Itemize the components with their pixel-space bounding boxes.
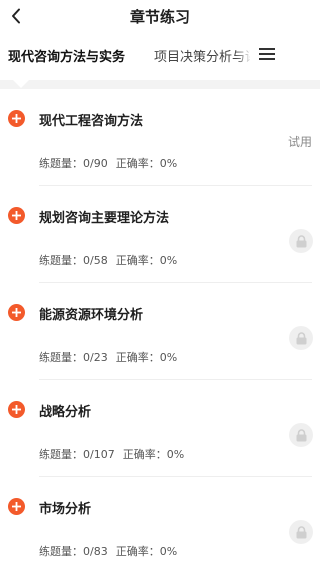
chapter-stats: 练题量：0/83 正确率：0% <box>39 543 177 559</box>
accuracy-label: 正确率： <box>115 351 160 364</box>
chapter-stats: 练题量：0/90 正确率：0% <box>39 155 177 171</box>
tab-fade <box>236 42 252 66</box>
lock-icon <box>289 423 313 447</box>
chapter-stats: 练题量：0/58 正确率：0% <box>39 252 177 268</box>
trial-badge: 试用 <box>287 135 312 149</box>
accuracy-label: 正确率： <box>115 545 160 558</box>
chapter-item[interactable]: 规划咨询主要理论方法 练题量：0/58 正确率：0% <box>0 186 320 283</box>
hamburger-menu-icon <box>259 48 275 60</box>
questions-label: 练题量： <box>39 351 83 364</box>
questions-value: 0/23 <box>83 351 108 364</box>
questions-value: 0/58 <box>83 254 108 267</box>
expand-plus-icon[interactable] <box>8 304 25 321</box>
chapter-title: 现代工程咨询方法 <box>39 114 144 129</box>
expand-plus-icon[interactable] <box>8 498 25 515</box>
lock-icon <box>289 520 313 544</box>
accuracy-label: 正确率： <box>115 157 160 170</box>
accuracy-value: 0% <box>159 545 178 558</box>
chapter-list: 现代工程咨询方法 试用 练题量：0/90 正确率：0% 规划咨询主要理论方法 练题… <box>0 89 320 565</box>
questions-value: 0/90 <box>83 157 108 170</box>
questions-value: 0/83 <box>83 545 108 558</box>
accuracy-label: 正确率： <box>122 448 167 461</box>
expand-plus-icon[interactable] <box>8 110 25 127</box>
chapter-stats: 练题量：0/23 正确率：0% <box>39 349 177 365</box>
chapter-title: 规划咨询主要理论方法 <box>39 211 170 226</box>
tab-bar: 现代咨询方法与实务 项目决策分析与评 <box>0 34 320 80</box>
questions-label: 练题量： <box>39 254 83 267</box>
chapter-stats: 练题量：0/107 正确率：0% <box>39 446 184 462</box>
accuracy-value: 0% <box>159 351 178 364</box>
active-tab-indicator <box>13 80 29 88</box>
questions-label: 练题量： <box>39 448 83 461</box>
questions-label: 练题量： <box>39 157 83 170</box>
page-title: 章节练习 <box>129 8 190 26</box>
chapter-title: 战略分析 <box>39 405 92 420</box>
accuracy-value: 0% <box>159 157 178 170</box>
chapter-item[interactable]: 现代工程咨询方法 试用 练题量：0/90 正确率：0% <box>0 89 320 186</box>
questions-label: 练题量： <box>39 545 83 558</box>
menu-button[interactable] <box>256 43 278 65</box>
accuracy-value: 0% <box>159 254 178 267</box>
chapter-title: 市场分析 <box>39 502 92 517</box>
lock-icon <box>289 326 313 350</box>
accuracy-label: 正确率： <box>115 254 160 267</box>
expand-plus-icon[interactable] <box>8 401 25 418</box>
top-bar: 章节练习 <box>0 0 320 34</box>
expand-plus-icon[interactable] <box>8 207 25 224</box>
section-separator <box>0 80 320 89</box>
chapter-item[interactable]: 战略分析 练题量：0/107 正确率：0% <box>0 380 320 477</box>
accuracy-value: 0% <box>166 448 185 461</box>
chapter-item[interactable]: 市场分析 练题量：0/83 正确率：0% <box>0 477 320 565</box>
chapter-item[interactable]: 能源资源环境分析 练题量：0/23 正确率：0% <box>0 283 320 380</box>
lock-icon <box>289 229 313 253</box>
chapter-title: 能源资源环境分析 <box>39 308 144 323</box>
tab-modern-consulting[interactable]: 现代咨询方法与实务 <box>8 46 125 65</box>
questions-value: 0/107 <box>83 448 115 461</box>
